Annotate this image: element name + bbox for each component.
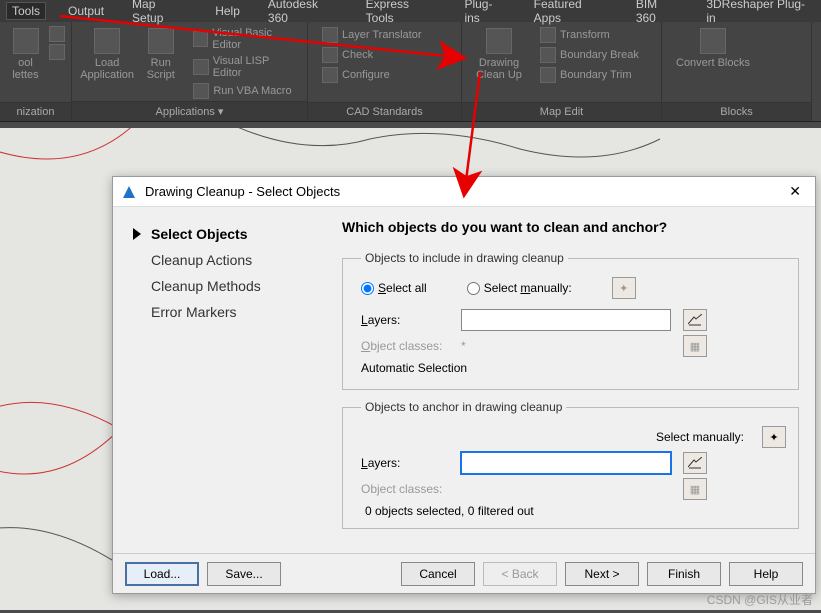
run-vba-macro-button[interactable]: Run VBA Macro bbox=[189, 82, 301, 100]
dialog-footer: Load... Save... Cancel < Back Next > Fin… bbox=[113, 553, 815, 593]
include-fieldset: Objects to include in drawing cleanup Se… bbox=[342, 251, 799, 390]
select-all-label: Select all bbox=[378, 281, 427, 295]
include-layers-pick-button[interactable] bbox=[683, 309, 707, 331]
convert-blocks-button[interactable]: Convert Blocks bbox=[668, 26, 758, 71]
dialog-content: Which objects do you want to clean and a… bbox=[338, 207, 815, 553]
select-all-radio[interactable] bbox=[361, 282, 374, 295]
check-button[interactable]: Check bbox=[318, 46, 425, 64]
help-button[interactable]: Help bbox=[729, 562, 803, 586]
run-script-button[interactable]: Run Script bbox=[138, 26, 183, 83]
load-application-button[interactable]: Load Application bbox=[78, 26, 136, 83]
panel-title: CAD Standards bbox=[308, 102, 461, 121]
menubar: Tools Output Map Setup Help Autodesk 360… bbox=[0, 0, 821, 22]
classes-label: Object classes: bbox=[361, 339, 449, 353]
ribbon-small-icon[interactable] bbox=[49, 44, 65, 60]
tool-palettes-button[interactable]: ool lettes bbox=[6, 26, 45, 83]
configure-button[interactable]: Configure bbox=[318, 66, 425, 84]
anchor-legend: Objects to anchor in drawing cleanup bbox=[361, 400, 566, 414]
panel-title: nization bbox=[0, 102, 71, 121]
load-button[interactable]: Load... bbox=[125, 562, 199, 586]
anchor-layers-label: Layers: bbox=[361, 456, 449, 470]
app-icon bbox=[121, 184, 137, 200]
menu-tools[interactable]: Tools bbox=[6, 2, 46, 20]
boundary-break-button[interactable]: Boundary Break bbox=[536, 46, 643, 64]
close-button[interactable]: ✕ bbox=[783, 181, 807, 202]
anchor-layers-input[interactable] bbox=[461, 452, 671, 474]
cancel-button[interactable]: Cancel bbox=[401, 562, 475, 586]
drawing-cleanup-dialog: Drawing Cleanup - Select Objects ✕ Selec… bbox=[112, 176, 816, 594]
select-manually-label: Select manually: bbox=[484, 281, 572, 295]
dialog-title: Drawing Cleanup - Select Objects bbox=[145, 184, 340, 199]
ribbon-small-icon[interactable] bbox=[49, 26, 65, 42]
nav-cleanup-methods[interactable]: Cleanup Methods bbox=[133, 273, 320, 299]
layers-label: Layers: bbox=[361, 313, 449, 327]
anchor-classes-pick-button: ▦ bbox=[683, 478, 707, 500]
save-button[interactable]: Save... bbox=[207, 562, 281, 586]
drawing-cleanup-button[interactable]: Drawing Clean Up bbox=[468, 26, 530, 83]
anchor-layers-pick-button[interactable] bbox=[683, 452, 707, 474]
anchor-manual-label: Select manually: bbox=[656, 430, 744, 444]
watermark: CSDN @GIS从业者 bbox=[707, 591, 813, 608]
nav-cleanup-actions[interactable]: Cleanup Actions bbox=[133, 247, 320, 273]
menu-help[interactable]: Help bbox=[209, 2, 246, 20]
panel-title[interactable]: Applications ▾ bbox=[72, 101, 307, 121]
finish-button[interactable]: Finish bbox=[647, 562, 721, 586]
wizard-nav: Select Objects Cleanup Actions Cleanup M… bbox=[113, 207, 338, 553]
dialog-titlebar: Drawing Cleanup - Select Objects ✕ bbox=[113, 177, 815, 207]
visual-basic-editor-button[interactable]: Visual Basic Editor bbox=[189, 26, 301, 52]
anchor-status: 0 objects selected, 0 filtered out bbox=[361, 504, 786, 518]
panel-title: Blocks bbox=[662, 102, 811, 121]
select-manually-radio[interactable] bbox=[467, 282, 480, 295]
auto-selection-label: Automatic Selection bbox=[361, 361, 467, 375]
include-classes-pick-button: ▦ bbox=[683, 335, 707, 357]
ribbon: ool lettes nization Load Application Run… bbox=[0, 22, 821, 122]
nav-select-objects[interactable]: Select Objects bbox=[133, 221, 320, 247]
include-layers-input[interactable] bbox=[461, 309, 671, 331]
include-legend: Objects to include in drawing cleanup bbox=[361, 251, 568, 265]
anchor-pick-button[interactable]: ✦ bbox=[762, 426, 786, 448]
menu-output[interactable]: Output bbox=[62, 2, 110, 20]
layer-translator-button[interactable]: Layer Translator bbox=[318, 26, 425, 44]
anchor-fieldset: Objects to anchor in drawing cleanup Sel… bbox=[342, 400, 799, 529]
back-button: < Back bbox=[483, 562, 557, 586]
pick-objects-button[interactable]: ✦ bbox=[612, 277, 636, 299]
visual-lisp-editor-button[interactable]: Visual LISP Editor bbox=[189, 54, 301, 80]
transform-button[interactable]: Transform bbox=[536, 26, 643, 44]
include-classes-value: * bbox=[461, 339, 671, 353]
nav-error-markers[interactable]: Error Markers bbox=[133, 299, 320, 325]
next-button[interactable]: Next > bbox=[565, 562, 639, 586]
boundary-trim-button[interactable]: Boundary Trim bbox=[536, 66, 643, 84]
anchor-classes-label: Object classes: bbox=[361, 482, 449, 496]
content-heading: Which objects do you want to clean and a… bbox=[342, 219, 799, 235]
panel-title: Map Edit bbox=[462, 102, 661, 121]
